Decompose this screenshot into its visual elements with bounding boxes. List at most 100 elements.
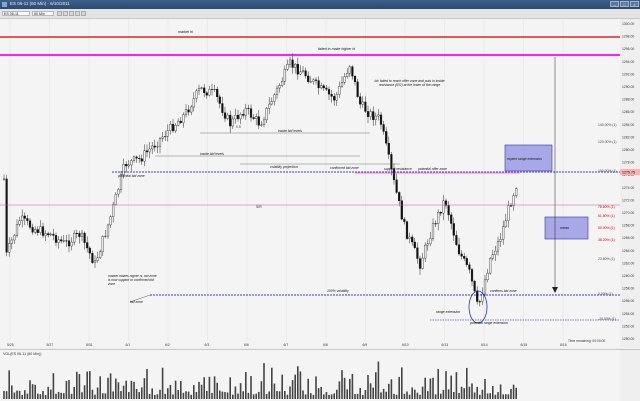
instrument-selector[interactable]: ES 06-11 [2,11,30,16]
candle-down [304,70,307,77]
candle-up [13,235,16,241]
candle-up [346,73,349,77]
candle-up [106,224,110,237]
volume-bar [398,376,400,399]
volume-bar [117,382,120,399]
volume-bar [458,393,460,399]
volume-bar [141,387,143,399]
candle-down [356,81,359,97]
label-range-extension: range extension [436,310,460,314]
volume-label: VOL(ES 06-11 (60 Min)) [3,352,41,356]
candle-up [335,94,338,101]
volume-bar [242,391,244,399]
volume-bar [112,391,114,399]
candle-down [296,63,299,75]
volume-bar [453,391,455,399]
minimize-button[interactable]: – [610,1,619,7]
candle-up [244,107,247,116]
label-inside-bid-2: inside bid levels [200,152,224,156]
candle-down [439,212,442,214]
volume-bar [109,373,112,399]
candle-up [200,87,203,89]
volume-bar [505,394,507,399]
volume-bar [442,389,445,399]
volume-bar [195,392,198,399]
close-button[interactable]: × [630,1,639,7]
candle-up [499,239,502,242]
volume-bar [393,393,395,399]
volume-bar [211,392,213,399]
price-chart[interactable]: market hi failed to make higher hi b/c f… [0,19,640,347]
label-potential-offer-zone: potential offer zone [417,167,447,171]
volume-bar [440,393,442,399]
price-axis-label: 1290.00 [622,85,634,89]
candle-down [314,79,318,81]
volume-bar [213,376,216,399]
candle-down [372,111,375,120]
candle-up [278,85,281,89]
candle-up [177,120,180,126]
volume-bar [104,393,107,399]
volume-bar [312,394,315,399]
price-axis-label: 1298.00 [622,35,634,39]
volume-bar [507,394,510,399]
zoom-in-icon[interactable] [57,11,62,16]
price-axis-label: 1282.00 [622,135,634,139]
draw-tool-icon[interactable] [75,11,80,16]
label-volatility-projection: volatility projection [270,165,298,169]
candle-down [353,75,357,83]
candle-up [10,239,13,244]
volume-bar [198,381,200,399]
candle-up [96,257,99,261]
candle-up [39,226,42,233]
zoom-out-icon[interactable] [63,11,68,16]
volume-bar [377,361,380,399]
volume-bar [473,392,476,399]
candle-down [28,220,32,228]
crosshair-icon[interactable] [69,11,74,16]
volume-bar [128,392,130,399]
candle-down [247,107,250,109]
volume-bar [76,371,78,399]
volume-bar [11,385,13,399]
candle-up [151,145,154,150]
candle-down [403,218,406,222]
volume-chart[interactable]: VOL(ES 06-11 (60 Min)) [0,349,640,401]
label-volatility-100: 100% volatility [327,289,349,293]
candle-up [262,119,266,126]
volume-bar [91,389,94,399]
candle-up [312,79,315,82]
candle-down [23,215,26,219]
properties-icon[interactable] [81,11,86,16]
volume-bar [484,378,486,399]
candle-up [231,118,234,127]
volume-bar [395,394,398,399]
candle-down [47,233,50,236]
candle-up [182,114,185,123]
volume-bar [268,391,270,399]
volume-bar [408,394,411,399]
label-market-makes: market makes higher hi, bid zone is now … [108,275,157,286]
volume-bar [44,394,47,399]
candle-up [44,233,47,236]
volume-bar [226,392,229,399]
volume-bar [102,393,104,399]
candle-up [234,115,237,120]
volume-bar [328,394,330,399]
volume-bar [206,390,208,399]
volume-bar [492,386,494,399]
date-label: 6/2 [165,343,170,347]
volume-bar [273,383,276,399]
volume-bar [297,366,299,399]
interval-selector[interactable]: 60 Min [32,11,54,16]
price-axis-label: 1294.00 [622,60,634,64]
volume-bar [146,369,148,399]
price-axis-label: 1286.00 [622,110,634,114]
date-label: 5/25 [7,343,14,347]
price-axis-label: 1254.00 [622,312,634,316]
volume-bar [252,394,255,399]
volume-bar [497,392,499,399]
volume-bar [419,394,421,399]
maximize-button[interactable]: □ [620,1,629,7]
candle-up [507,205,510,221]
